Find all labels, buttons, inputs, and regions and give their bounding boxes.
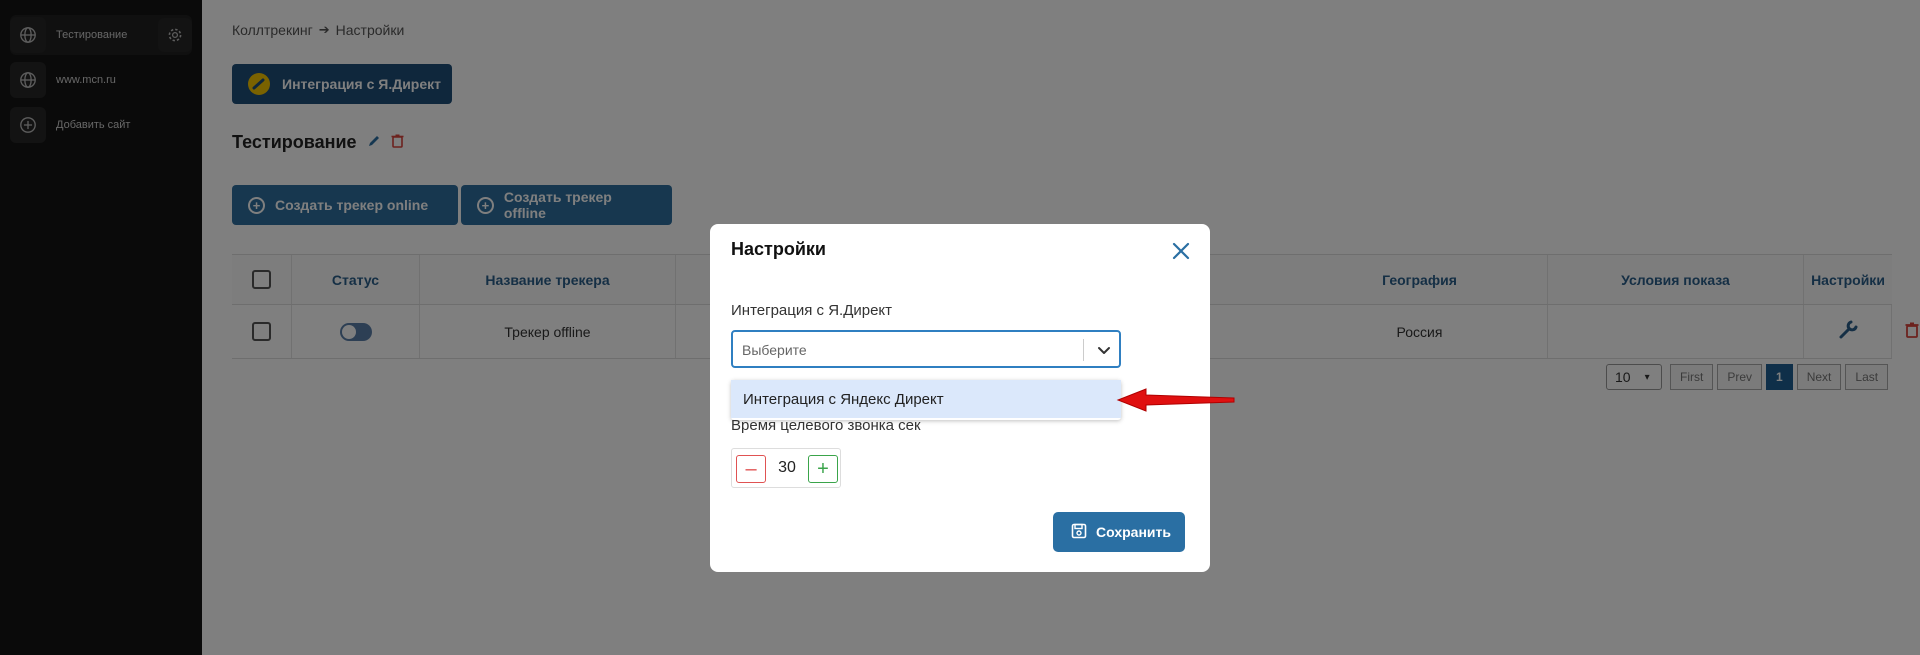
decrement-button[interactable]: – [736,455,766,483]
select-placeholder: Выберите [742,342,807,358]
floppy-disk-icon [1071,523,1087,542]
integration-select[interactable]: Выберите [731,330,1121,368]
call-time-value[interactable]: 30 [766,459,808,477]
close-icon[interactable] [1170,240,1192,262]
red-arrow-annotation-icon [1116,388,1235,412]
call-time-stepper: – 30 + [731,448,841,488]
save-label: Сохранить [1096,524,1171,540]
integration-label: Интеграция с Я.Директ [731,302,893,319]
save-button[interactable]: Сохранить [1053,512,1185,552]
modal-title: Настройки [731,239,826,259]
chevron-down-icon[interactable] [1095,341,1113,359]
increment-button[interactable]: + [808,455,838,483]
integration-dropdown: Интеграция с Яндекс Директ [731,380,1121,420]
call-time-label: Время целевого звонка сек [731,417,921,434]
select-separator [1083,339,1084,361]
dropdown-option-yandex-direct[interactable]: Интеграция с Яндекс Директ [731,380,1121,418]
